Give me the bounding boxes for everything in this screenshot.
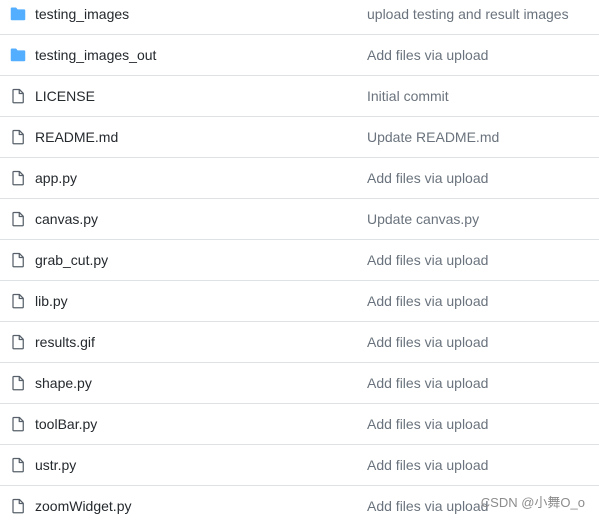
file-name-link[interactable]: README.md bbox=[35, 117, 118, 157]
file-row-ustr-py[interactable]: ustr.py Add files via upload bbox=[0, 445, 599, 486]
file-name-link[interactable]: zoomWidget.py bbox=[35, 486, 131, 526]
commit-message-link[interactable]: Add files via upload bbox=[367, 158, 488, 198]
file-icon bbox=[10, 170, 26, 186]
file-name-link[interactable]: results.gif bbox=[35, 322, 95, 362]
folder-icon bbox=[10, 6, 26, 22]
file-name-link[interactable]: app.py bbox=[35, 158, 77, 198]
commit-message-link[interactable]: upload testing and result images bbox=[367, 0, 569, 34]
file-row-lib-py[interactable]: lib.py Add files via upload bbox=[0, 281, 599, 322]
file-row-canvas-py[interactable]: canvas.py Update canvas.py bbox=[0, 199, 599, 240]
commit-message-link[interactable]: Update canvas.py bbox=[367, 199, 479, 239]
commit-message-link[interactable]: Add files via upload bbox=[367, 240, 488, 280]
commit-message-link[interactable]: Update README.md bbox=[367, 117, 499, 157]
file-name-link[interactable]: canvas.py bbox=[35, 199, 98, 239]
commit-message-link[interactable]: Add files via upload bbox=[367, 363, 488, 403]
file-list: testing_images upload testing and result … bbox=[0, 0, 599, 527]
file-row-grab-cut-py[interactable]: grab_cut.py Add files via upload bbox=[0, 240, 599, 281]
file-icon bbox=[10, 457, 26, 473]
file-icon bbox=[10, 498, 26, 514]
file-name-link[interactable]: lib.py bbox=[35, 281, 68, 321]
file-row-license[interactable]: LICENSE Initial commit bbox=[0, 76, 599, 117]
file-icon bbox=[10, 375, 26, 391]
file-icon bbox=[10, 88, 26, 104]
folder-icon bbox=[10, 47, 26, 63]
file-name-link[interactable]: LICENSE bbox=[35, 76, 95, 116]
commit-message-link[interactable]: Add files via upload bbox=[367, 322, 488, 362]
file-icon bbox=[10, 252, 26, 268]
file-row-testing-images-out[interactable]: testing_images_out Add files via upload bbox=[0, 35, 599, 76]
file-icon bbox=[10, 129, 26, 145]
commit-message-link[interactable]: Initial commit bbox=[367, 76, 449, 116]
file-icon bbox=[10, 416, 26, 432]
commit-message-link[interactable]: Add files via upload bbox=[367, 486, 488, 526]
file-row-readme-md[interactable]: README.md Update README.md bbox=[0, 117, 599, 158]
file-name-link[interactable]: toolBar.py bbox=[35, 404, 97, 444]
file-icon bbox=[10, 293, 26, 309]
file-name-link[interactable]: grab_cut.py bbox=[35, 240, 108, 280]
file-row-toolbar-py[interactable]: toolBar.py Add files via upload bbox=[0, 404, 599, 445]
file-row-testing-images[interactable]: testing_images upload testing and result … bbox=[0, 0, 599, 35]
commit-message-link[interactable]: Add files via upload bbox=[367, 281, 488, 321]
file-icon bbox=[10, 211, 26, 227]
file-name-link[interactable]: shape.py bbox=[35, 363, 92, 403]
file-name-link[interactable]: testing_images bbox=[35, 0, 129, 34]
file-name-link[interactable]: testing_images_out bbox=[35, 35, 156, 75]
file-row-shape-py[interactable]: shape.py Add files via upload bbox=[0, 363, 599, 404]
file-row-zoomwidget-py[interactable]: zoomWidget.py Add files via upload bbox=[0, 486, 599, 527]
commit-message-link[interactable]: Add files via upload bbox=[367, 35, 488, 75]
commit-message-link[interactable]: Add files via upload bbox=[367, 404, 488, 444]
file-icon bbox=[10, 334, 26, 350]
file-row-results-gif[interactable]: results.gif Add files via upload bbox=[0, 322, 599, 363]
file-row-app-py[interactable]: app.py Add files via upload bbox=[0, 158, 599, 199]
commit-message-link[interactable]: Add files via upload bbox=[367, 445, 488, 485]
file-name-link[interactable]: ustr.py bbox=[35, 445, 76, 485]
